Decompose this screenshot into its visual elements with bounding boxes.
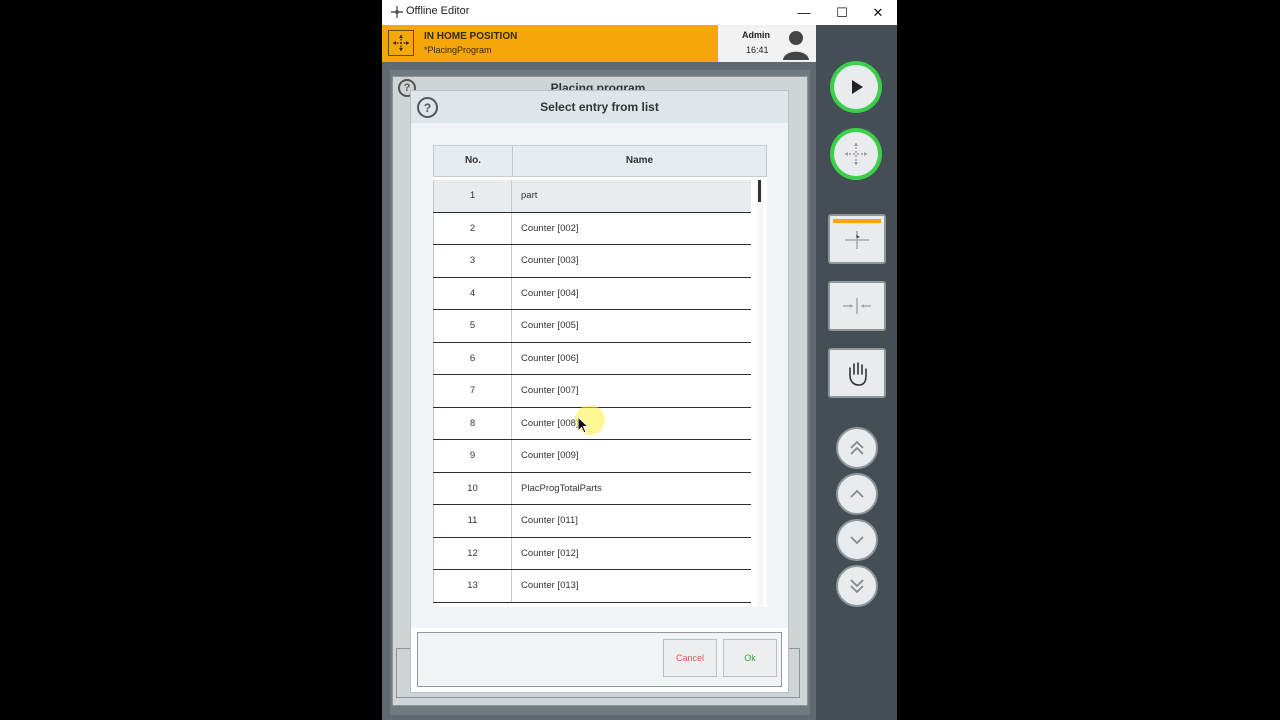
row-number: 8 [433, 407, 512, 439]
row-name: Counter [002] [521, 222, 579, 234]
scrollbar-track[interactable] [757, 180, 763, 607]
table-row[interactable]: 3 Counter [003] [433, 245, 751, 278]
table-row[interactable]: 2 Counter [002] [433, 212, 751, 245]
offline-editor-window: Offline Editor — ☐ ✕ IN HOME POSITION *P… [382, 0, 897, 720]
row-name: part [521, 190, 538, 201]
status-text: IN HOME POSITION [424, 31, 518, 42]
mouse-pointer-icon [577, 416, 589, 434]
row-number: 10 [433, 472, 512, 504]
table-row[interactable]: 11 Counter [011] [433, 505, 751, 538]
home-position-icon [388, 30, 414, 56]
axes-icon [834, 132, 878, 176]
dialog-footer: Cancel Ok [417, 632, 782, 687]
row-number: 6 [433, 342, 512, 374]
setup-icon [845, 231, 869, 249]
row-name: Counter [006] [521, 352, 579, 364]
window-title: Offline Editor [406, 5, 470, 17]
user-name: Admin [742, 30, 770, 40]
table-row[interactable]: 1 part [433, 180, 751, 213]
play-icon [834, 65, 878, 109]
dialog-title: Select entry from list [540, 100, 659, 114]
user-avatar-icon [783, 31, 809, 60]
hand-icon [849, 362, 867, 386]
table-row[interactable]: 12 Counter [012] [433, 537, 751, 570]
row-name: Counter [013] [521, 580, 579, 591]
entry-table: No. Name 1 part 2 Counter [002] 3 Counter [00… [433, 145, 767, 607]
program-name: *PlacingProgram [424, 45, 492, 55]
row-number: 4 [433, 277, 512, 309]
home-position-button[interactable] [830, 128, 882, 180]
column-header-name[interactable]: Name [513, 146, 766, 176]
clock: 16:41 [746, 45, 769, 55]
chevron-up-icon [850, 489, 864, 498]
table-row[interactable]: 13 Counter [013] [433, 570, 751, 603]
ok-button[interactable]: Ok [723, 639, 777, 677]
select-entry-dialog: ? Select entry from list No. Name 1 part 2… [410, 90, 789, 693]
chevron-down-icon [850, 536, 864, 545]
step-mode-button[interactable] [828, 281, 886, 331]
row-number: 3 [433, 245, 512, 277]
minimize-button[interactable]: — [786, 0, 822, 25]
status-bar[interactable]: IN HOME POSITION *PlacingProgram [382, 25, 718, 62]
table-rows: 1 part 2 Counter [002] 3 Counter [003] 4 Counte… [433, 180, 751, 603]
start-button[interactable] [830, 61, 882, 113]
user-panel[interactable]: Admin 16:41 [718, 25, 816, 62]
manual-mode-button[interactable] [828, 348, 886, 398]
row-number: 9 [433, 440, 512, 472]
row-number: 13 [433, 570, 512, 602]
row-name: Counter [009] [521, 450, 579, 461]
maximize-button[interactable]: ☐ [824, 0, 860, 25]
row-name: PlacProgTotalParts [521, 482, 602, 494]
title-bar: Offline Editor — ☐ ✕ [382, 0, 897, 25]
row-name: Counter [011] [521, 515, 578, 526]
page-up-button[interactable] [836, 427, 878, 469]
table-row[interactable]: 4 Counter [004] [433, 277, 751, 310]
column-header-no[interactable]: No. [434, 146, 513, 176]
row-number: 2 [433, 212, 512, 244]
row-number: 1 [433, 180, 512, 212]
double-chevron-down-icon [850, 579, 864, 594]
row-number: 5 [433, 310, 512, 342]
row-name: Counter [012] [521, 547, 579, 559]
active-indicator [833, 219, 881, 223]
dialog-body: No. Name 1 part 2 Counter [002] 3 Counter [00… [411, 123, 788, 628]
table-row[interactable]: 6 Counter [006] [433, 342, 751, 375]
dialog-header: ? Select entry from list [411, 91, 788, 123]
scroll-up-button[interactable] [836, 473, 878, 515]
scroll-down-button[interactable] [836, 519, 878, 561]
step-icon [843, 298, 871, 314]
setup-mode-button[interactable] [828, 214, 886, 264]
row-name: Counter [007] [521, 385, 579, 396]
row-name: Counter [005] [521, 320, 579, 331]
side-control-panel [816, 25, 897, 720]
table-row[interactable]: 10 PlacProgTotalParts [433, 472, 751, 505]
double-chevron-up-icon [850, 440, 864, 455]
row-number: 11 [433, 505, 512, 537]
row-number: 7 [433, 375, 512, 407]
cancel-button[interactable]: Cancel [663, 639, 717, 677]
table-row[interactable]: 7 Counter [007] [433, 375, 751, 408]
page-down-button[interactable] [836, 565, 878, 607]
row-name: Counter [008] [521, 417, 579, 429]
close-button[interactable]: ✕ [860, 0, 896, 25]
table-header: No. Name [433, 145, 767, 177]
table-row[interactable]: 9 Counter [009] [433, 440, 751, 473]
row-name: Counter [003] [521, 255, 579, 266]
row-name: Counter [004] [521, 287, 579, 299]
scrollbar-thumb[interactable] [758, 180, 761, 202]
row-number: 12 [433, 537, 512, 569]
dialog-help-icon[interactable]: ? [417, 97, 438, 118]
table-row[interactable]: 5 Counter [005] [433, 310, 751, 343]
app-icon [391, 6, 403, 18]
